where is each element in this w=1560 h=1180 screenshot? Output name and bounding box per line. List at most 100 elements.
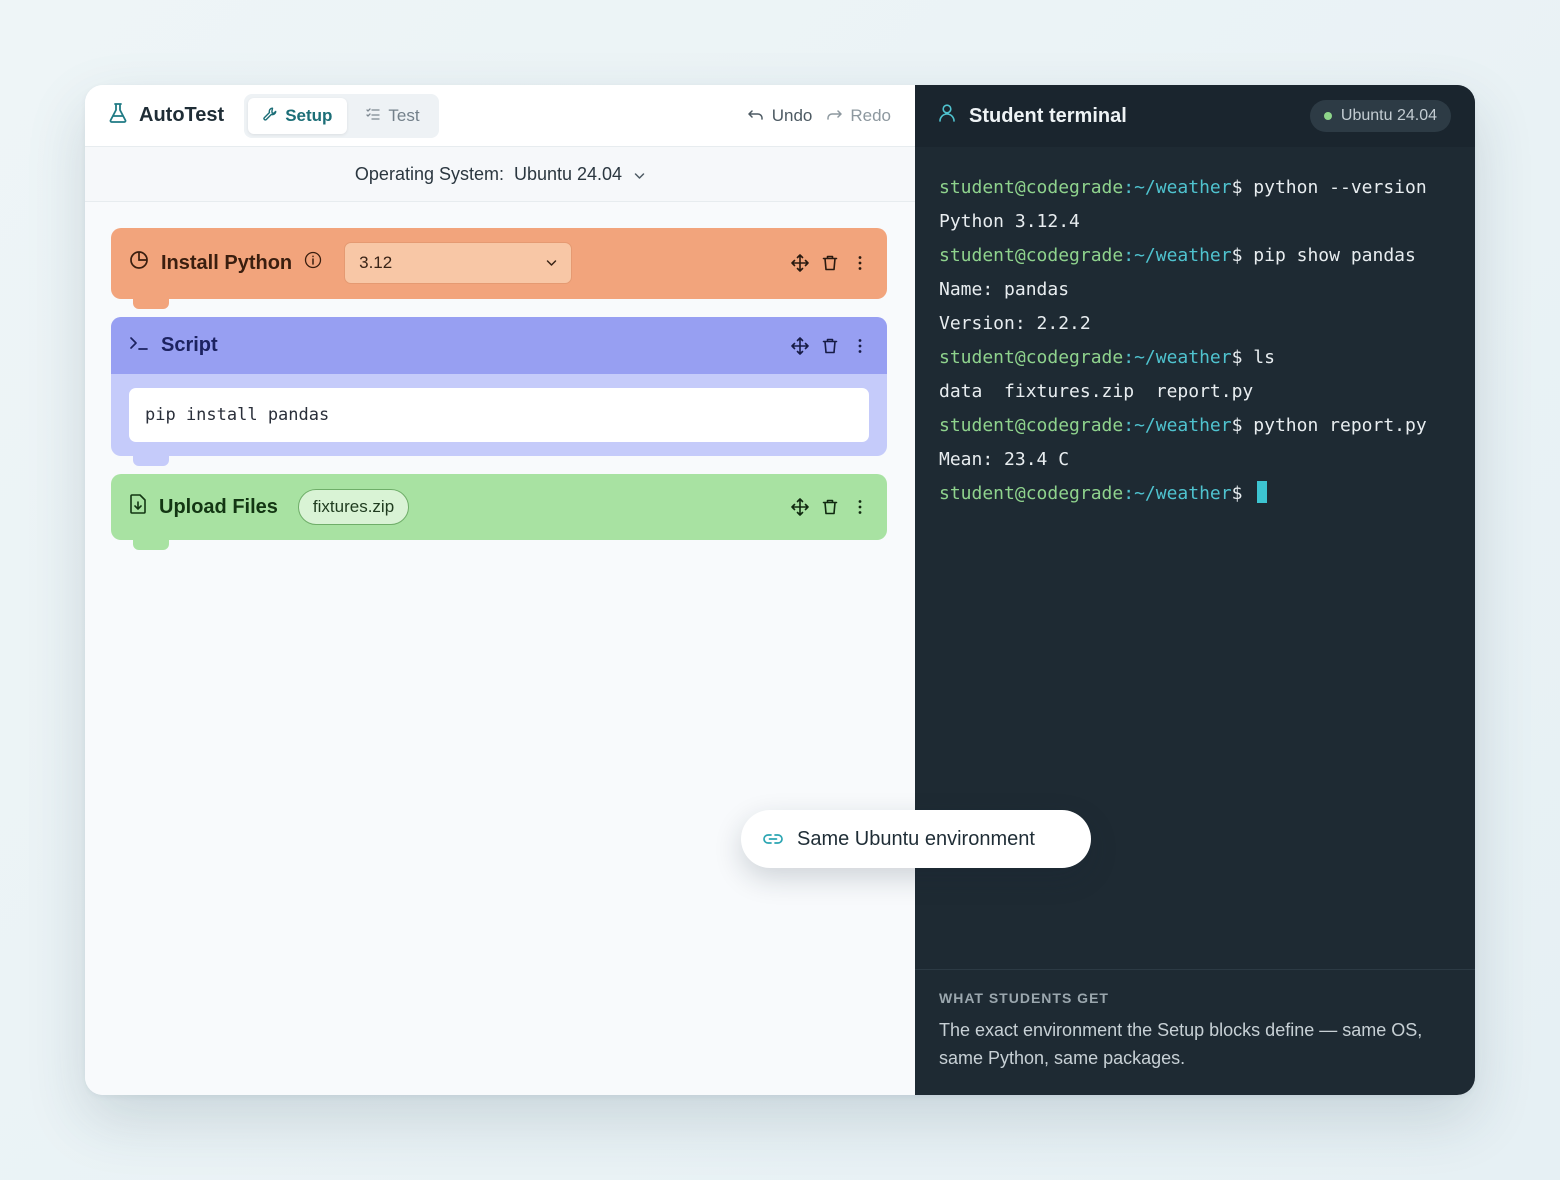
pill-label: Same Ubuntu environment <box>797 827 1035 850</box>
mode-tabs: Setup Test <box>244 93 439 138</box>
app-window: AutoTest Setup Test Undo Redo Operating … <box>85 85 1475 1095</box>
os-value: Ubuntu 24.04 <box>513 163 623 184</box>
install-python-block[interactable]: Install Python 3.12 <box>111 228 887 309</box>
redo-button[interactable]: Redo <box>826 106 891 126</box>
terminal-output-line: Mean: 23.4 C <box>939 449 1070 470</box>
info-panel: WHAT STUDENTS GET The exact environment … <box>915 969 1475 1095</box>
tab-test-label: Test <box>388 105 420 125</box>
info-kicker: WHAT STUDENTS GET <box>939 990 1109 1006</box>
terminal-command <box>1242 483 1253 504</box>
prompt-path: :~/weather <box>1123 415 1232 436</box>
prompt-symbol: $ <box>1231 347 1243 368</box>
terminal-output-line: Python 3.12.4 <box>939 211 1080 232</box>
block-connector <box>133 538 169 550</box>
file-chip[interactable]: fixtures.zip <box>297 489 410 525</box>
trash-icon[interactable] <box>821 254 839 272</box>
os-dropdown[interactable]: Ubuntu 24.04 <box>514 164 645 185</box>
wrench-icon <box>263 106 277 126</box>
prompt-symbol: $ <box>1231 245 1243 266</box>
student-terminal-pane: Student terminal Ubuntu 24.04 student@co… <box>915 85 1475 1095</box>
terminal-cursor <box>1257 481 1268 503</box>
pie-chart-icon <box>129 250 149 276</box>
prompt-path: :~/weather <box>1123 177 1232 198</box>
python-version-value: 3.12 <box>359 253 393 272</box>
chevron-down-icon <box>634 164 645 185</box>
info-description: The exact environment the Setup blocks d… <box>939 1020 1423 1068</box>
terminal-output-line: data fixtures.zip report.py <box>939 381 1254 402</box>
block-actions <box>791 336 869 355</box>
chevron-down-icon <box>546 259 557 267</box>
install-python-title: Install Python <box>161 251 293 274</box>
redo-icon <box>826 106 843 126</box>
python-version-select[interactable]: 3.12 <box>344 242 573 284</box>
trash-icon[interactable] <box>821 337 839 355</box>
user-icon <box>939 104 955 128</box>
terminal-command: pip show pandas <box>1242 245 1416 266</box>
script-title: Script <box>161 334 218 356</box>
prompt-path: :~/weather <box>1123 483 1232 504</box>
history-controls: Undo Redo <box>747 105 891 126</box>
prompt-user: student@codegrade <box>939 415 1124 436</box>
upload-files-title: Upload Files <box>159 495 278 518</box>
same-environment-pill: Same Ubuntu environment <box>741 810 1091 868</box>
block-actions <box>791 498 869 516</box>
terminal-output-line: Name: pandas <box>939 279 1070 300</box>
app-title: AutoTest <box>139 104 225 126</box>
script-header: Script <box>111 317 887 374</box>
more-icon[interactable] <box>851 337 869 355</box>
move-icon[interactable] <box>791 498 809 516</box>
undo-label: Undo <box>771 105 813 125</box>
prompt-symbol: $ <box>1231 177 1243 198</box>
prompt-symbol: $ <box>1231 415 1243 436</box>
terminal-command-line: student@codegrade:~/weather$ python repo… <box>939 409 1451 443</box>
tab-setup[interactable]: Setup <box>248 97 348 134</box>
redo-label: Redo <box>850 105 891 125</box>
more-icon[interactable] <box>851 498 869 516</box>
terminal-command: python --version <box>1242 177 1427 198</box>
install-python-header: Install Python 3.12 <box>111 228 887 298</box>
prompt-path: :~/weather <box>1123 245 1232 266</box>
editor-toolbar: AutoTest Setup Test Undo Redo <box>85 85 915 147</box>
brand: AutoTest <box>109 102 225 129</box>
terminal-command: python report.py <box>1242 415 1427 436</box>
block-actions <box>791 254 869 272</box>
terminal-prompt-icon <box>129 334 149 358</box>
os-selector-bar: Operating System: Ubuntu 24.04 <box>85 147 915 202</box>
flask-icon <box>109 102 127 129</box>
prompt-user: student@codegrade <box>939 245 1124 266</box>
info-icon[interactable] <box>304 251 322 275</box>
terminal-command: ls <box>1242 347 1275 368</box>
os-label: Operating System: <box>354 163 504 184</box>
undo-icon <box>747 106 764 126</box>
checklist-icon <box>366 106 381 126</box>
status-dot <box>1323 112 1332 120</box>
tab-setup-label: Setup <box>285 105 333 125</box>
upload-files-block[interactable]: Upload Files fixtures.zip <box>111 474 887 550</box>
prompt-user: student@codegrade <box>939 347 1124 368</box>
terminal-command-line: student@codegrade:~/weather$ <box>939 477 1451 511</box>
block-canvas: Install Python 3.12 Script pip install p… <box>85 202 915 1095</box>
prompt-symbol: $ <box>1231 483 1243 504</box>
move-icon[interactable] <box>791 336 809 355</box>
tab-test[interactable]: Test <box>351 98 434 134</box>
script-code-input[interactable]: pip install pandas <box>129 388 869 442</box>
undo-button[interactable]: Undo <box>747 105 813 126</box>
file-upload-icon <box>129 494 147 520</box>
prompt-user: student@codegrade <box>939 483 1124 504</box>
terminal-title: Student terminal <box>969 104 1127 127</box>
block-connector <box>133 454 169 466</box>
trash-icon[interactable] <box>821 498 839 516</box>
prompt-path: :~/weather <box>1123 347 1232 368</box>
terminal-command-line: student@codegrade:~/weather$ pip show pa… <box>939 239 1451 273</box>
prompt-user: student@codegrade <box>939 177 1124 198</box>
os-badge: Ubuntu 24.04 <box>1309 100 1451 132</box>
move-icon[interactable] <box>791 254 809 272</box>
block-connector <box>133 297 169 309</box>
terminal-command-line: student@codegrade:~/weather$ python --ve… <box>939 171 1451 205</box>
terminal-output-line: Version: 2.2.2 <box>939 313 1091 334</box>
more-icon[interactable] <box>851 254 869 272</box>
autotest-editor: AutoTest Setup Test Undo Redo Operating … <box>85 85 915 1095</box>
upload-files-header: Upload Files fixtures.zip <box>111 474 887 540</box>
terminal-command-line: student@codegrade:~/weather$ ls <box>939 341 1451 375</box>
script-block[interactable]: Script pip install pandas <box>111 317 887 466</box>
